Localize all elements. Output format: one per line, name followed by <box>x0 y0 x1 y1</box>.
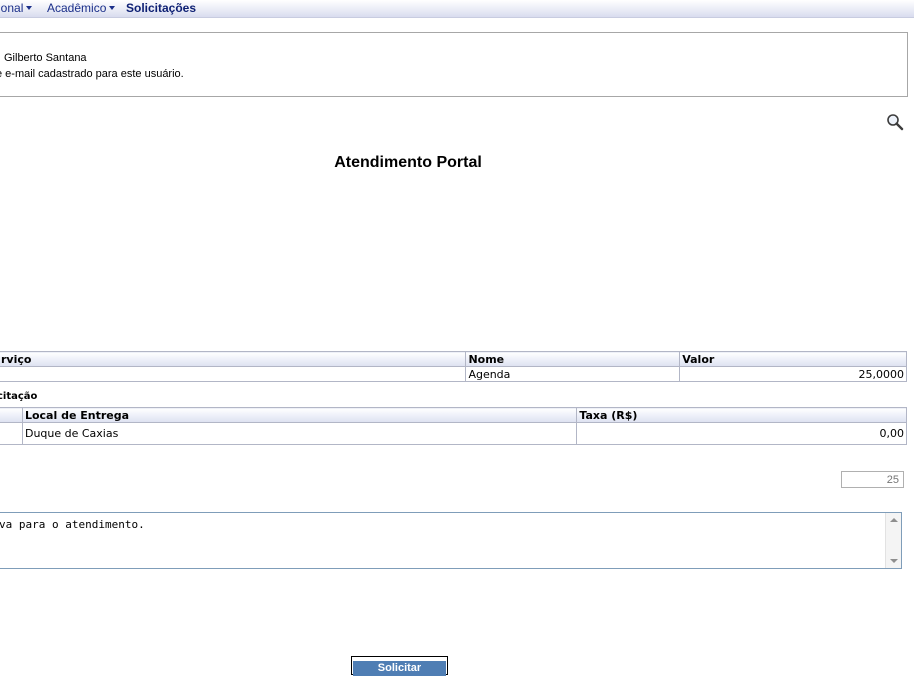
table-header-row: Local de Entrega Taxa (R$) <box>0 407 907 423</box>
table-header-row: rviço Nome Valor <box>0 351 907 367</box>
justification-textarea[interactable]: va para o atendimento. <box>0 512 902 569</box>
user-name: Gilberto Santana <box>4 52 87 64</box>
column-header-select <box>0 407 23 423</box>
menu-item-label: Acadêmico <box>47 1 107 15</box>
user-info-panel: Gilberto Santana e e-mail cadastrado par… <box>0 32 908 97</box>
cell-value: 25,0000 <box>679 366 907 382</box>
textarea-scrollbar[interactable] <box>885 513 901 568</box>
cell-select[interactable] <box>0 422 23 445</box>
page-title: Atendimento Portal <box>334 154 482 171</box>
table-row[interactable]: Duque de Caxias 0,00 <box>0 422 907 445</box>
table-row[interactable]: Agenda 25,0000 <box>0 366 907 382</box>
menu-item-solicitacoes[interactable]: Solicitações <box>126 1 196 16</box>
column-header-delivery-location: Local de Entrega <box>21 407 578 423</box>
menu-item-academico[interactable]: Acadêmico <box>47 1 116 16</box>
menu-item-label: Solicitações <box>126 1 197 15</box>
cell-name: Agenda <box>465 366 681 382</box>
cell-fee: 0,00 <box>576 422 907 445</box>
delivery-table: Local de Entrega Taxa (R$) Duque de Caxi… <box>0 407 907 445</box>
column-header-name: Nome <box>465 351 681 367</box>
magnifier-icon[interactable] <box>886 113 904 131</box>
chevron-down-icon <box>109 6 116 10</box>
top-menu-bar: ional Acadêmico Solicitações <box>0 0 914 18</box>
justification-text: va para o atendimento. <box>0 518 145 531</box>
solicitar-button[interactable]: Solicitar <box>353 660 446 676</box>
section-label-solicitacao: citação <box>0 391 38 402</box>
submit-button-frame: Solicitar <box>351 656 448 676</box>
column-header-fee: Taxa (R$) <box>576 407 907 423</box>
cell-delivery-location: Duque de Caxias <box>21 422 578 445</box>
menu-item-label: ional <box>0 1 24 15</box>
cell-service <box>0 366 467 382</box>
quantity-input[interactable] <box>841 471 904 488</box>
user-email-notice: e e-mail cadastrado para este usuário. <box>0 68 184 80</box>
chevron-down-icon <box>26 6 33 10</box>
scroll-up-arrow-icon[interactable] <box>890 518 898 522</box>
service-table: rviço Nome Valor Agenda 25,0000 <box>0 351 907 382</box>
column-header-value: Valor <box>679 351 907 367</box>
scroll-down-arrow-icon[interactable] <box>890 559 898 563</box>
menu-item-institutional[interactable]: ional <box>0 1 33 16</box>
column-header-service: rviço <box>0 351 467 367</box>
